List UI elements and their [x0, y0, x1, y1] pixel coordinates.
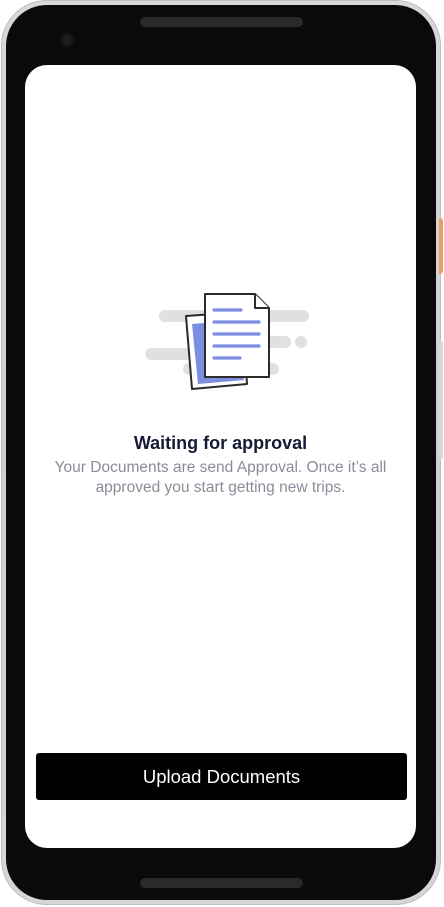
- volume-button: [439, 340, 443, 460]
- documents-pending-illustration: [145, 293, 309, 390]
- top-speaker: [140, 17, 303, 27]
- front-camera: [60, 33, 74, 47]
- power-button: [439, 218, 443, 274]
- approval-message: Your Documents are send Approval. Once i…: [54, 459, 387, 496]
- approval-title: Waiting for approval: [133, 433, 308, 453]
- bottom-speaker: [140, 878, 303, 888]
- phone-frame: Waiting for approval Your Documents are …: [0, 0, 444, 907]
- front-document-icon: [204, 293, 270, 378]
- upload-documents-button[interactable]: Upload Documents: [36, 753, 407, 800]
- app-screen: Waiting for approval Your Documents are …: [25, 65, 416, 848]
